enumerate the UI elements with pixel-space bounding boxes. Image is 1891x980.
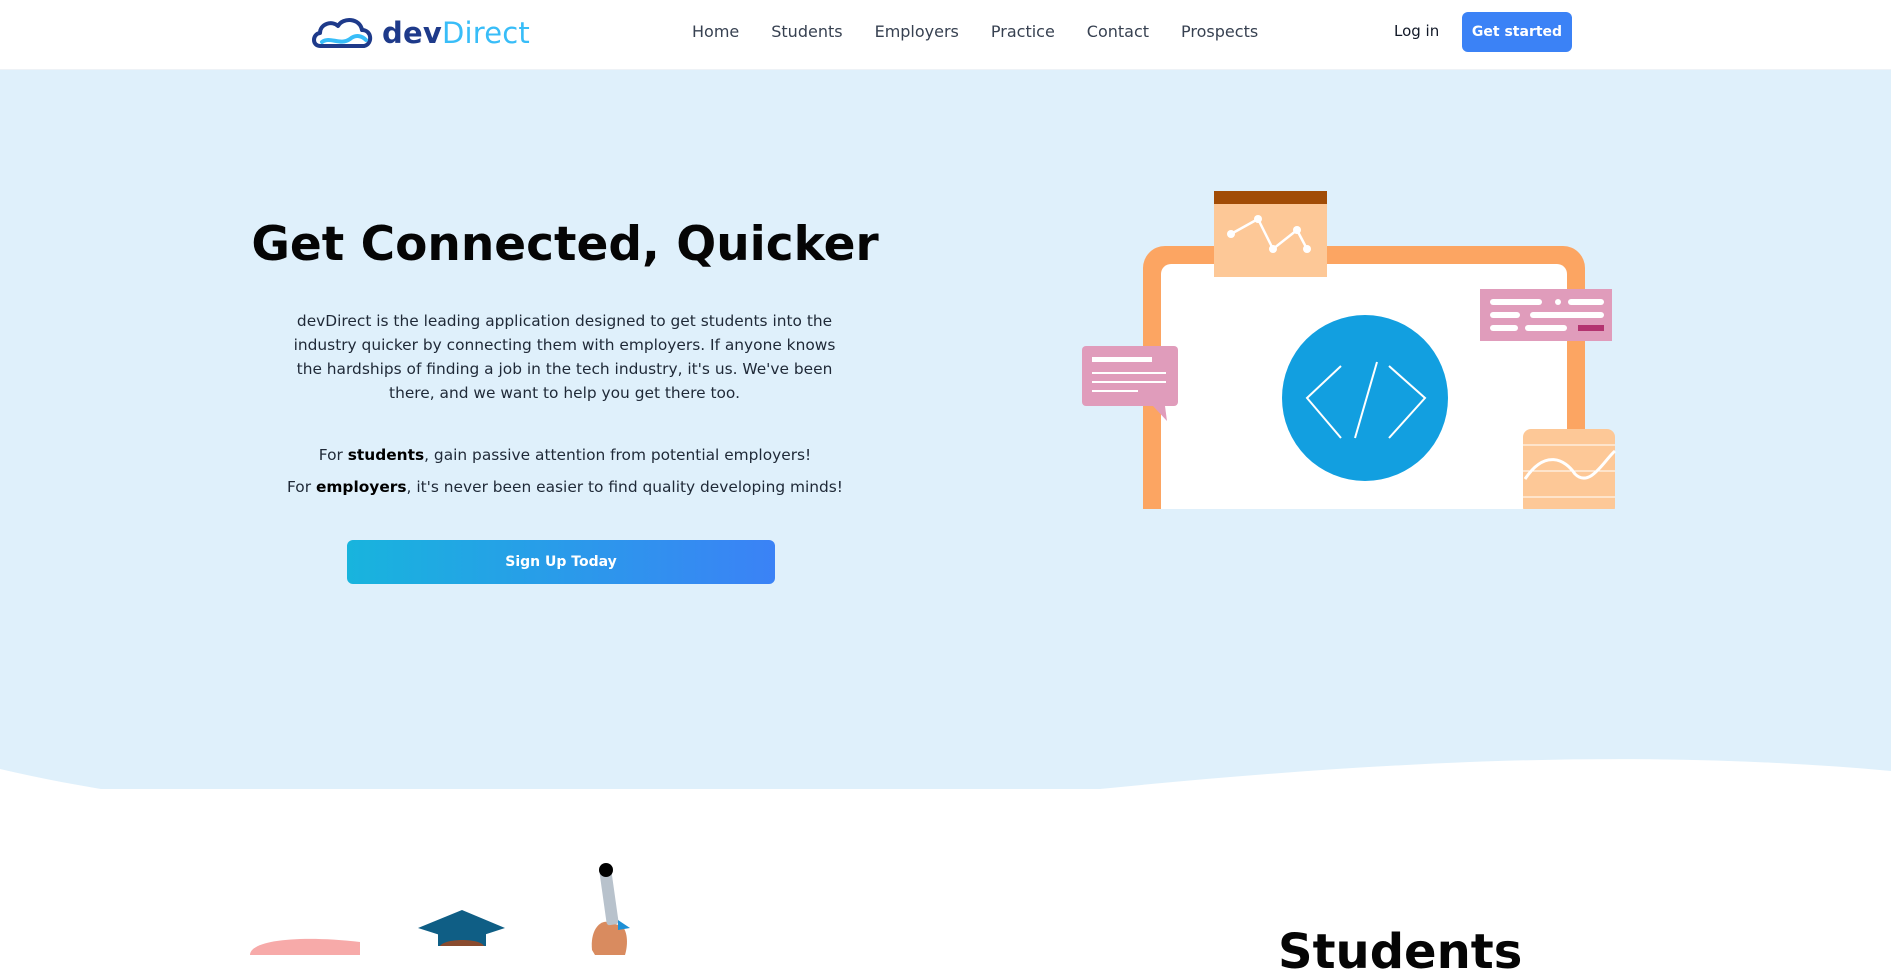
nav-link-home[interactable]: Home <box>692 21 739 43</box>
nav-link-contact[interactable]: Contact <box>1087 21 1149 43</box>
nav-link-employers[interactable]: Employers <box>875 21 959 43</box>
hero-section: Get Connected, Quicker devDirect is the … <box>0 69 1891 849</box>
sign-up-today-button[interactable]: Sign Up Today <box>347 540 775 584</box>
hero-description: devDirect is the leading application des… <box>293 312 836 402</box>
wave-chart-card <box>1523 429 1617 509</box>
graduate-illustration <box>250 863 630 955</box>
login-link[interactable]: Log in <box>1394 22 1439 40</box>
hero-title: Get Connected, Quicker <box>251 217 879 272</box>
chat-bubble-card <box>1082 346 1178 421</box>
students-tagline: For students, gain passive attention fro… <box>270 446 860 464</box>
employers-tagline-bold: employers <box>315 478 407 496</box>
wave-divider <box>0 759 1891 849</box>
employers-tagline-suffix: , it's never been easier to find quality… <box>406 478 843 496</box>
logo-wordmark: devDirect <box>382 16 530 50</box>
students-tagline-bold: students <box>347 446 425 464</box>
employers-tagline-prefix: For <box>287 478 316 496</box>
nav-link-practice[interactable]: Practice <box>991 21 1055 43</box>
students-tagline-suffix: , gain passive attention from potential … <box>424 446 812 464</box>
nav-links: Home Students Employers Practice Contact… <box>692 21 1290 43</box>
logo-part-direct: Direct <box>441 16 530 50</box>
cloud-logo-icon <box>312 18 373 48</box>
code-dashboard-illustration <box>1082 191 1617 509</box>
employers-tagline: For employers, it's never been easier to… <box>270 478 860 496</box>
students-section-title: Students <box>1278 924 1523 980</box>
top-navbar: devDirect Home Students Employers Practi… <box>0 0 1891 70</box>
text-lines-card <box>1480 289 1612 341</box>
nav-link-prospects[interactable]: Prospects <box>1181 21 1258 43</box>
nav-link-students[interactable]: Students <box>771 21 842 43</box>
line-graph-card <box>1214 191 1327 277</box>
get-started-button[interactable]: Get started <box>1462 12 1572 52</box>
logo-link[interactable]: devDirect <box>310 12 530 54</box>
students-tagline-prefix: For <box>318 446 348 464</box>
code-icon <box>1282 315 1448 481</box>
logo-part-dev: dev <box>382 16 442 50</box>
